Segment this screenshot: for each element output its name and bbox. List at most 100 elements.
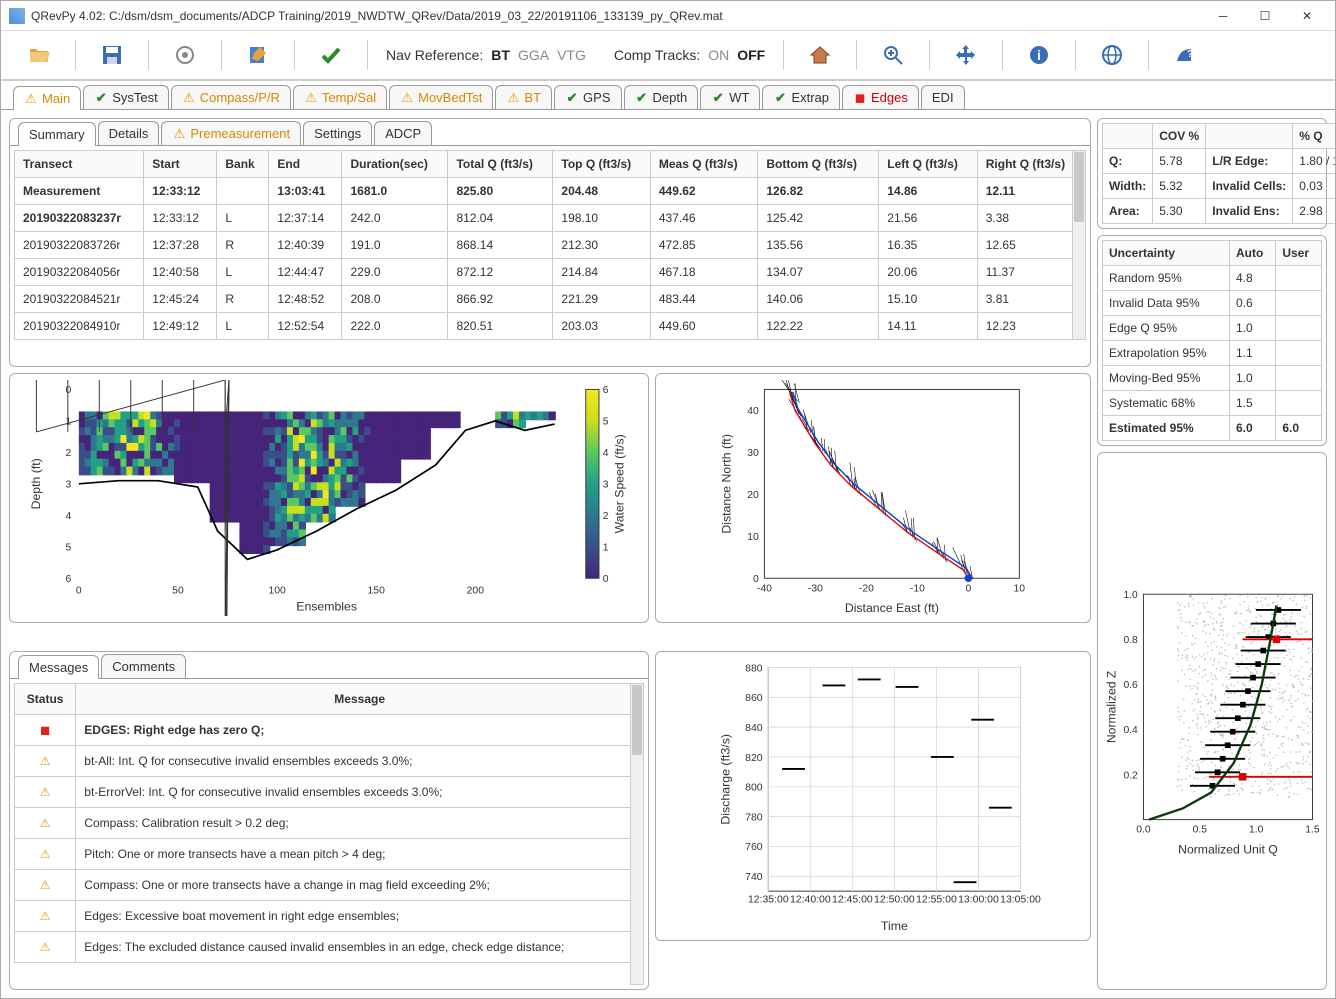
svg-text:0: 0	[76, 585, 82, 596]
comp-tracks-label: Comp Tracks:	[614, 47, 700, 63]
messages-scrollbar[interactable]	[630, 683, 644, 985]
subtab-settings[interactable]: Settings	[303, 121, 372, 145]
warning-icon: ⚠	[304, 91, 318, 105]
svg-text:5: 5	[66, 543, 72, 554]
window-title: QRevPy 4.02: C:/dsm/dsm_documents/ADCP T…	[31, 9, 1203, 23]
warning-icon: ⚠	[172, 127, 186, 141]
globe-button[interactable]	[1082, 35, 1142, 75]
tab-main[interactable]: ⚠Main	[13, 86, 81, 110]
svg-text:0.0: 0.0	[1136, 825, 1151, 836]
close-button[interactable]: ✕	[1287, 2, 1327, 30]
svg-text:Distance East (ft): Distance East (ft)	[845, 601, 939, 615]
discharge-chart[interactable]: 74076078080082084086088012:35:0012:40:00…	[655, 651, 1091, 941]
summary-table[interactable]: TransectStartBankEndDuration(sec)Total Q…	[14, 150, 1086, 340]
svg-text:10: 10	[1014, 583, 1026, 594]
warning-icon: ⚠	[38, 754, 52, 768]
depth-heatmap-chart[interactable]: 0501001502000123456EnsemblesDepth (ft)01…	[9, 373, 649, 623]
messages-panel: MessagesComments StatusMessage◼EDGES: Ri…	[9, 651, 649, 990]
home-button[interactable]	[790, 35, 850, 75]
svg-text:1: 1	[603, 543, 609, 554]
svg-text:12:40:00: 12:40:00	[790, 895, 831, 906]
msgtab-messages[interactable]: Messages	[18, 655, 99, 679]
svg-text:Normalized Unit Q: Normalized Unit Q	[1178, 842, 1278, 856]
svg-text:0.2: 0.2	[1123, 770, 1138, 781]
tab-gps[interactable]: ✔GPS	[554, 85, 621, 109]
svg-text:Normalized Z: Normalized Z	[1104, 670, 1118, 743]
svg-text:?: ?	[1187, 49, 1193, 60]
tab-systest[interactable]: ✔SysTest	[83, 85, 169, 109]
svg-text:860: 860	[745, 693, 763, 704]
msgtab-comments[interactable]: Comments	[101, 654, 186, 678]
svg-text:3: 3	[603, 480, 609, 491]
svg-text:0.5: 0.5	[1193, 825, 1208, 836]
cov-table: COV %% QQ:5.78L/R Edge:1.80 / 1.47Width:…	[1102, 123, 1335, 224]
toolbar: Nav Reference: BT GGA VTG Comp Tracks: O…	[1, 31, 1335, 81]
svg-text:12:35:00: 12:35:00	[748, 895, 789, 906]
tab-extrap[interactable]: ✔Extrap	[762, 85, 840, 109]
warning-icon: ⚠	[38, 785, 52, 799]
help-button[interactable]: ?	[1155, 35, 1215, 75]
svg-text:30: 30	[747, 448, 759, 459]
tab-bt[interactable]: ⚠BT	[495, 85, 552, 109]
cov-panel: COV %% QQ:5.78L/R Edge:1.80 / 1.47Width:…	[1097, 118, 1327, 229]
error-icon: ◼	[38, 723, 52, 737]
save-button[interactable]	[82, 35, 142, 75]
svg-text:Time: Time	[881, 919, 908, 933]
tab-wt[interactable]: ✔WT	[700, 85, 760, 109]
subtab-details[interactable]: Details	[98, 121, 160, 145]
settings-button[interactable]	[155, 35, 215, 75]
subtab-summary[interactable]: Summary	[18, 122, 96, 146]
shiptrack-chart[interactable]: -40-30-20-10010010203040Distance East (f…	[655, 373, 1091, 623]
svg-text:880: 880	[745, 663, 763, 674]
uncertainty-table[interactable]: UncertaintyAutoUserRandom 95%4.8Invalid …	[1102, 240, 1322, 441]
edit-button[interactable]	[228, 35, 288, 75]
titlebar: QRevPy 4.02: C:/dsm/dsm_documents/ADCP T…	[1, 1, 1335, 31]
error-icon: ◼	[853, 91, 867, 105]
comp-off[interactable]: OFF	[737, 47, 765, 63]
check-icon: ✔	[635, 91, 649, 105]
svg-text:0.6: 0.6	[1123, 680, 1138, 691]
nav-bt[interactable]: BT	[491, 47, 510, 63]
extrap-chart[interactable]: 0.00.51.01.50.20.40.60.81.0Normalized Un…	[1097, 452, 1327, 990]
tab-tempsal[interactable]: ⚠Temp/Sal	[293, 85, 387, 109]
subtab-premeasurement[interactable]: ⚠Premeasurement	[161, 121, 301, 145]
svg-text:-10: -10	[910, 583, 925, 594]
minimize-button[interactable]: ─	[1203, 2, 1243, 30]
warning-icon: ⚠	[38, 909, 52, 923]
comp-on[interactable]: ON	[708, 47, 729, 63]
svg-text:740: 740	[745, 872, 763, 883]
summary-scrollbar[interactable]	[1072, 150, 1086, 340]
svg-text:-40: -40	[757, 583, 772, 594]
messages-table[interactable]: StatusMessage◼EDGES: Right edge has zero…	[14, 683, 644, 963]
check-icon: ✔	[94, 91, 108, 105]
tab-movbedtst[interactable]: ⚠MovBedTst	[389, 85, 493, 109]
svg-text:Discharge (ft3/s): Discharge (ft3/s)	[718, 734, 732, 825]
pan-button[interactable]	[936, 35, 996, 75]
info-button[interactable]: i	[1009, 35, 1069, 75]
tab-edges[interactable]: ◼Edges	[842, 85, 919, 109]
svg-text:4: 4	[66, 511, 72, 522]
svg-text:0: 0	[965, 583, 971, 594]
svg-text:20: 20	[747, 490, 759, 501]
nav-gga[interactable]: GGA	[518, 47, 549, 63]
open-button[interactable]	[9, 35, 69, 75]
svg-text:0.8: 0.8	[1123, 635, 1138, 646]
app-icon	[9, 8, 25, 24]
subtab-adcp[interactable]: ADCP	[374, 121, 432, 145]
svg-text:0: 0	[603, 574, 609, 585]
svg-text:780: 780	[745, 812, 763, 823]
svg-text:6: 6	[66, 574, 72, 585]
maximize-button[interactable]: ☐	[1245, 2, 1285, 30]
check-button[interactable]	[301, 35, 361, 75]
zoom-button[interactable]	[863, 35, 923, 75]
svg-text:100: 100	[268, 585, 286, 596]
tab-compasspr[interactable]: ⚠Compass/P/R	[171, 85, 291, 109]
svg-text:150: 150	[368, 585, 386, 596]
svg-text:2: 2	[603, 511, 609, 522]
tab-depth[interactable]: ✔Depth	[624, 85, 699, 109]
svg-text:Depth (ft): Depth (ft)	[29, 458, 43, 509]
svg-text:Ensembles: Ensembles	[296, 599, 357, 613]
nav-vtg[interactable]: VTG	[557, 47, 586, 63]
tab-edi[interactable]: EDI	[921, 85, 965, 109]
warning-icon: ⚠	[38, 847, 52, 861]
